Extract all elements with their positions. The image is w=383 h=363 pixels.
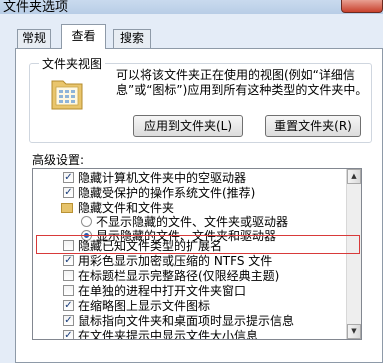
apply-to-folders-button[interactable]: 应用到文件夹(L)	[133, 115, 243, 137]
list-item-label: 在单独的进程中打开文件夹窗口	[78, 284, 247, 298]
tab-search[interactable]: 搜索	[113, 29, 151, 48]
checkbox[interactable]: ✓	[63, 187, 74, 198]
scroll-down-icon[interactable]: ▼	[347, 324, 361, 339]
advanced-settings-label: 高级设置:	[32, 153, 85, 167]
checkbox[interactable]: ✓	[63, 255, 74, 266]
radio-button[interactable]	[81, 216, 92, 227]
folder-icon	[61, 203, 73, 213]
title-bar: 文件夹选项	[0, 0, 383, 15]
list-item-label: 用彩色显示加密或压缩的 NTFS 文件	[78, 254, 273, 268]
list-item-label: 隐藏文件和文件夹	[78, 201, 175, 215]
highlight-box	[36, 235, 360, 254]
checkbox[interactable]: ✓	[63, 315, 74, 326]
list-item-label: 在文件夹提示中显示文件大小信息	[78, 329, 259, 340]
scroll-up-icon[interactable]: ▲	[347, 169, 361, 184]
tab-general[interactable]: 常规	[17, 29, 51, 48]
advanced-settings-list[interactable]: ✓ 隐藏计算机文件夹中的空驱动器 ✓ 隐藏受保护的操作系统文件(推荐) 隐藏文件…	[32, 168, 362, 340]
checkbox[interactable]: ✓	[63, 172, 74, 183]
checkbox[interactable]	[63, 270, 74, 281]
checkbox[interactable]: ✓	[63, 300, 74, 311]
list-item-label: 隐藏计算机文件夹中的空驱动器	[78, 171, 247, 185]
folder-views-description: 可以将该文件夹正在使用的视图(例如“详细信息”或“图标”)应用到所有这种类型的文…	[116, 68, 368, 97]
list-item-label: 鼠标指向文件夹和桌面项时显示提示信息	[78, 314, 295, 328]
checkbox[interactable]: ✓	[63, 330, 74, 339]
window-title: 文件夹选项	[3, 0, 69, 15]
folder-views-title: 文件夹视图	[39, 55, 106, 72]
checkbox[interactable]	[63, 285, 74, 296]
tab-view[interactable]: 查看	[61, 24, 106, 49]
list-item-label: 在标题栏显示完整路径(仅限经典主题)	[78, 269, 280, 283]
list-item-label: 不显示隐藏的文件、文件夹或驱动器	[96, 215, 289, 229]
list-item-label: 在缩略图上显示文件图标	[78, 299, 211, 313]
list-item-label: 隐藏受保护的操作系统文件(推荐)	[78, 186, 256, 200]
vertical-scrollbar[interactable]: ▲ ▼	[346, 169, 361, 339]
reset-folders-button[interactable]: 重置文件夹(R)	[265, 115, 361, 137]
close-button[interactable]	[341, 0, 383, 13]
folder-icon	[51, 80, 83, 110]
